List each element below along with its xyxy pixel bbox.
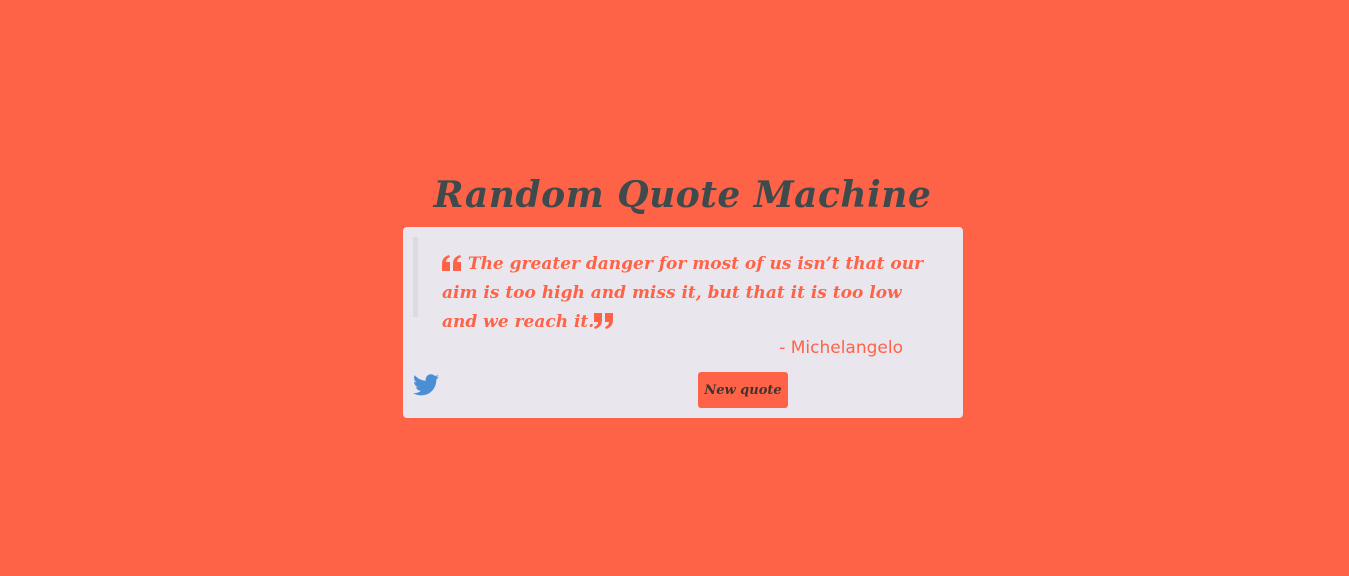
quote-text-container: The greater danger for most of us isn’t … — [442, 250, 942, 337]
quote-blockquote: The greater danger for most of us isn’t … — [413, 237, 938, 332]
twitter-icon[interactable] — [413, 374, 439, 396]
new-quote-button[interactable]: New quote — [698, 372, 788, 408]
quote-card: The greater danger for most of us isn’t … — [403, 227, 963, 418]
quote-author: - Michelangelo — [779, 338, 903, 358]
page-title: Random Quote Machine — [433, 174, 932, 216]
quote-left-icon — [442, 255, 462, 271]
quote-right-icon — [594, 313, 614, 329]
quote-text: The greater danger for most of us isn’t … — [442, 254, 924, 332]
